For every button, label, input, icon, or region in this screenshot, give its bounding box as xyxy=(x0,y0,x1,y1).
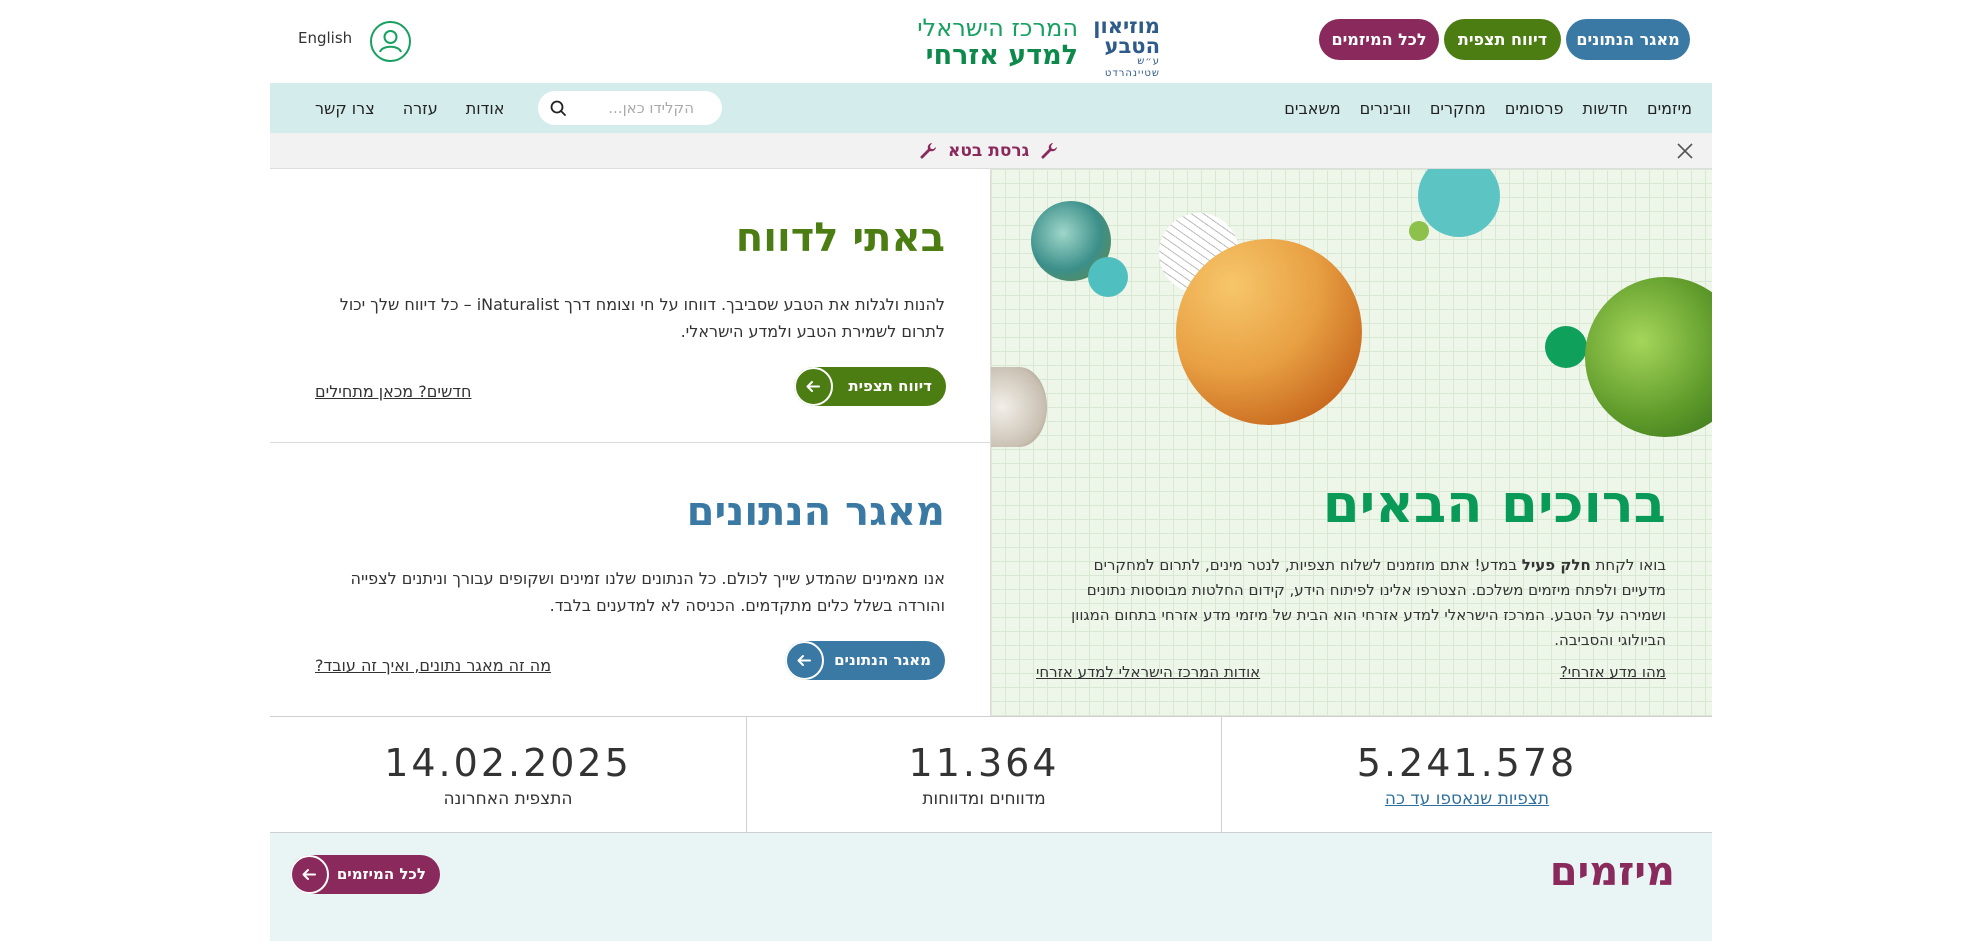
search-input[interactable] xyxy=(564,91,694,125)
report-card: באתי לדווח להנות ולגלות את הטבע שסביבך. … xyxy=(270,169,990,443)
stat-last-observation: 14.02.2025 התצפית האחרונה xyxy=(270,717,746,832)
stat-reporters: 11.364 מדווחים ומדווחות xyxy=(746,717,1221,832)
stat-value: 14.02.2025 xyxy=(384,741,632,785)
arrow-left-icon xyxy=(785,641,824,680)
welcome-hero: ברוכים הבאים בואו לקחת חלק פעיל במדע! את… xyxy=(990,169,1712,716)
hero-title: ברוכים הבאים xyxy=(1322,474,1666,535)
database-card-button[interactable]: מאגר הנתונים xyxy=(785,641,945,680)
hero-text: בואו לקחת חלק פעיל במדע! אתם מוזמנים לשל… xyxy=(1046,553,1666,653)
arrow-left-icon xyxy=(794,367,833,406)
nav-item-resources[interactable]: משאבים xyxy=(1284,99,1340,118)
nav-item-about[interactable]: אודות xyxy=(466,99,505,118)
initiatives-section: מיזמים לכל המיזמים xyxy=(270,833,1712,941)
initiatives-title: מיזמים xyxy=(1549,849,1675,895)
decor-circle-teal-large xyxy=(1418,169,1500,237)
stat-label: מדווחים ומדווחות xyxy=(922,789,1046,809)
hero-text-bold: חלק פעיל xyxy=(1521,556,1591,574)
nav-item-publications[interactable]: פרסומים xyxy=(1505,99,1564,118)
main-nav: מיזמים חדשות פרסומים מחקרים וובינרים משא… xyxy=(270,83,1712,133)
beta-label: גרסת בטא xyxy=(948,141,1030,161)
beta-banner: גרסת בטא xyxy=(270,133,1712,169)
report-button-label: דיווח תצפית xyxy=(848,377,932,395)
what-is-citizen-science-link[interactable]: מהו מדע אזרחי? xyxy=(1560,663,1666,681)
observations-link[interactable]: תצפיות שנאספו עד כה xyxy=(1222,789,1712,809)
new-users-start-link[interactable]: חדשים? מכאן מתחילים xyxy=(315,382,471,401)
nav-item-initiatives[interactable]: מיזמים xyxy=(1647,99,1692,118)
citizen-science-logo[interactable]: המרכז הישראלי למדע אזרחי xyxy=(898,14,1078,72)
museum-logo[interactable]: מוזיאון הטבע ע״ש שטיינהרדט xyxy=(1084,14,1160,80)
logo-line2: למדע אזרחי xyxy=(925,40,1078,71)
page: מאגר הנתונים דיווח תצפית לכל המיזמים מוז… xyxy=(270,0,1712,941)
leaf-image xyxy=(1585,277,1712,437)
what-is-database-link[interactable]: מה זה מאגר נתונים, ואיך זה עובד? xyxy=(315,656,551,675)
site-header: מאגר הנתונים דיווח תצפית לכל המיזמים מוז… xyxy=(270,0,1712,83)
stat-label: התצפית האחרונה xyxy=(443,789,573,809)
nav-primary: מיזמים חדשות פרסומים מחקרים וובינרים משא… xyxy=(1284,83,1692,133)
report-observation-card-button[interactable]: דיווח תצפית xyxy=(794,367,946,406)
report-card-text: להנות ולגלות את הטבע שסביבך. דווחו על חי… xyxy=(339,295,945,341)
nav-item-news[interactable]: חדשות xyxy=(1583,99,1628,118)
report-observation-button[interactable]: דיווח תצפית xyxy=(1444,19,1561,60)
nav-item-research[interactable]: מחקרים xyxy=(1430,99,1486,118)
museum-logo-sub: ע״ש שטיינהרדט xyxy=(1104,56,1160,79)
database-card-text: אנו מאמינים שהמדע שייך לכולם. כל הנתונים… xyxy=(350,569,945,615)
nav-item-webinars[interactable]: וובינרים xyxy=(1360,99,1411,118)
user-icon[interactable] xyxy=(370,21,411,62)
about-center-link[interactable]: אודות המרכז הישראלי למדע אזרחי xyxy=(1036,663,1260,681)
language-link[interactable]: English xyxy=(298,29,352,47)
decor-circle-lime xyxy=(1409,221,1429,241)
butterfly-image xyxy=(1176,239,1362,425)
all-initiatives-section-button[interactable]: לכל המיזמים xyxy=(290,855,440,894)
database-button[interactable]: מאגר הנתונים xyxy=(1566,19,1690,60)
museum-logo-line2: הטבע xyxy=(1104,34,1160,58)
database-card-title: מאגר הנתונים xyxy=(686,489,945,535)
shell-image xyxy=(991,367,1047,447)
search-box xyxy=(538,91,722,125)
stat-value: 11.364 xyxy=(908,741,1060,785)
decor-circle-green xyxy=(1545,326,1587,368)
arrow-left-icon xyxy=(290,855,329,894)
user-icon-glyph xyxy=(379,30,402,53)
museum-logo-line1: מוזיאון xyxy=(1093,14,1160,38)
search-icon[interactable] xyxy=(550,100,566,116)
stats-bar: 14.02.2025 התצפית האחרונה 11.364 מדווחים… xyxy=(270,716,1712,833)
database-button-label: מאגר הנתונים xyxy=(834,651,931,669)
stat-value: 5.241.578 xyxy=(1356,741,1578,785)
hero-text-before: בואו לקחת xyxy=(1590,556,1666,574)
nav-item-contact[interactable]: צרו קשר xyxy=(315,99,375,118)
nav-item-help[interactable]: עזרה xyxy=(403,99,438,118)
nav-secondary: אודות עזרה צרו קשר xyxy=(315,83,504,133)
close-icon[interactable] xyxy=(1676,142,1694,160)
beta-label-group: גרסת בטא xyxy=(918,133,1059,169)
wrench-icon xyxy=(1041,143,1058,159)
database-card: מאגר הנתונים אנו מאמינים שהמדע שייך לכול… xyxy=(270,443,990,716)
decor-circle-teal-small xyxy=(1088,257,1128,297)
wrench-icon xyxy=(920,143,936,159)
report-card-title: באתי לדווח xyxy=(735,215,945,261)
stat-observations: 5.241.578 תצפיות שנאספו עד כה xyxy=(1221,717,1712,832)
all-initiatives-button[interactable]: לכל המיזמים xyxy=(1319,19,1439,60)
initiatives-button-label: לכל המיזמים xyxy=(336,865,426,883)
logo-line1: המרכז הישראלי xyxy=(917,14,1078,42)
